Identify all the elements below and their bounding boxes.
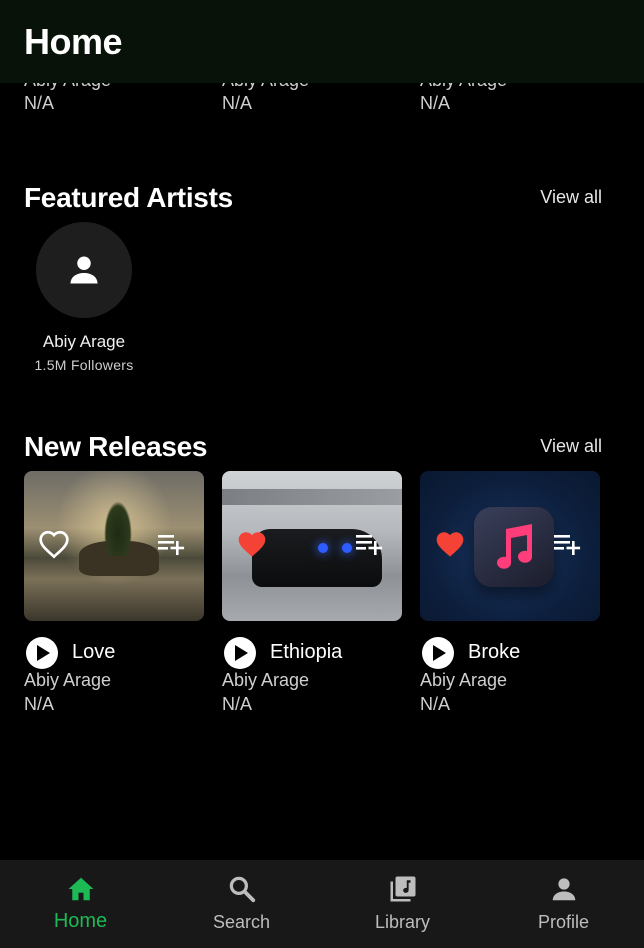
nav-library[interactable]: Library bbox=[322, 860, 483, 948]
heart-outline-icon[interactable] bbox=[38, 529, 70, 559]
artist-name: Abiy Arage bbox=[42, 332, 126, 351]
song-title: Ethiopia bbox=[270, 641, 343, 663]
song-artist: Abiy Arage bbox=[24, 670, 112, 690]
cover-art-detail bbox=[222, 489, 402, 505]
add-to-queue-icon[interactable] bbox=[356, 533, 386, 557]
play-icon bbox=[433, 645, 446, 661]
avatar bbox=[36, 222, 132, 318]
song-duration: N/A bbox=[420, 93, 451, 113]
app-bar: Home bbox=[0, 0, 644, 83]
nav-search-label: Search bbox=[212, 912, 271, 932]
nav-search[interactable]: Search bbox=[161, 860, 322, 948]
song-artist: Abiy Arage bbox=[420, 670, 508, 690]
album-cover[interactable] bbox=[222, 471, 402, 621]
cover-art-detail bbox=[342, 543, 352, 553]
nav-profile-label: Profile bbox=[537, 912, 590, 932]
cover-art-detail bbox=[318, 543, 328, 553]
heart-filled-icon[interactable] bbox=[434, 529, 466, 559]
add-to-queue-icon[interactable] bbox=[554, 533, 584, 557]
person-icon bbox=[70, 256, 98, 284]
new-releases-title: New Releases bbox=[24, 431, 208, 462]
heart-filled-icon[interactable] bbox=[236, 529, 268, 559]
nav-library-label: Library bbox=[374, 912, 431, 932]
bottom-navigation: Home Search Library Profile bbox=[0, 860, 644, 948]
nav-home-label: Home bbox=[53, 910, 108, 932]
song-title: Love bbox=[72, 641, 116, 663]
play-icon bbox=[37, 645, 50, 661]
play-icon bbox=[235, 645, 248, 661]
home-icon bbox=[68, 877, 94, 901]
music-note-icon bbox=[497, 524, 532, 569]
featured-artists-title: Featured Artists bbox=[24, 182, 233, 213]
release-card[interactable]: Love Abiy Arage N/A bbox=[24, 471, 204, 715]
song-duration: N/A bbox=[420, 694, 451, 714]
library-icon bbox=[390, 876, 416, 902]
release-card[interactable]: Ethiopia Abiy Arage N/A bbox=[222, 471, 402, 715]
song-title: Broke bbox=[468, 641, 521, 663]
album-cover[interactable] bbox=[24, 471, 204, 621]
new-releases-view-all-link[interactable]: View all bbox=[540, 436, 602, 457]
album-cover[interactable] bbox=[420, 471, 600, 621]
nav-home[interactable]: Home bbox=[0, 860, 161, 948]
play-button[interactable] bbox=[26, 637, 58, 669]
nav-profile[interactable]: Profile bbox=[483, 860, 644, 948]
featured-artists-view-all-link[interactable]: View all bbox=[540, 187, 602, 208]
play-button[interactable] bbox=[224, 637, 256, 669]
page-title: Home bbox=[24, 21, 123, 62]
song-duration: N/A bbox=[222, 93, 253, 113]
song-duration: N/A bbox=[24, 93, 55, 113]
artist-followers: 1.5M Followers bbox=[34, 357, 134, 373]
cover-art-detail bbox=[474, 507, 554, 587]
artist-card[interactable]: Abiy Arage 1.5M Followers bbox=[24, 222, 144, 373]
play-button[interactable] bbox=[422, 637, 454, 669]
add-to-queue-icon[interactable] bbox=[158, 533, 188, 557]
song-duration: N/A bbox=[222, 694, 253, 714]
release-card[interactable]: Broke Abiy Arage N/A bbox=[420, 471, 600, 715]
search-icon bbox=[229, 876, 256, 903]
cover-art-detail bbox=[104, 501, 132, 556]
profile-icon bbox=[552, 878, 576, 901]
song-duration: N/A bbox=[24, 694, 55, 714]
song-artist: Abiy Arage bbox=[222, 670, 310, 690]
